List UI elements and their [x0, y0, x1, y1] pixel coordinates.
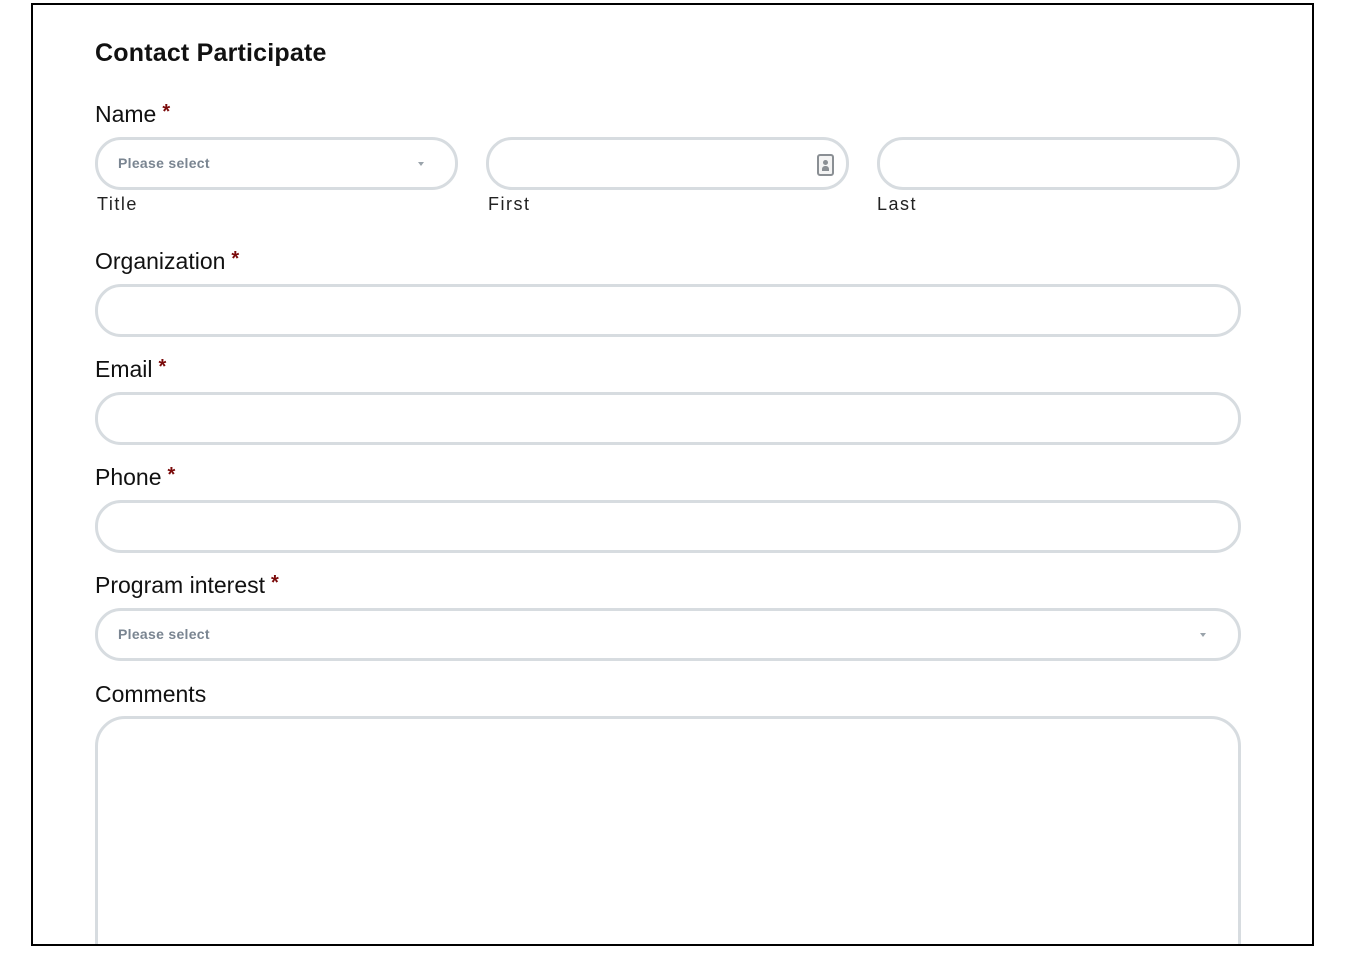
- organization-input[interactable]: [95, 284, 1241, 337]
- contact-card-icon[interactable]: [817, 154, 834, 176]
- title-sublabel: Title: [97, 194, 138, 214]
- comments-label: Comments: [95, 681, 207, 707]
- program-interest-label-text: Program interest: [95, 572, 266, 598]
- comments-textarea[interactable]: [95, 716, 1241, 944]
- chevron-down-icon: [1200, 633, 1206, 637]
- last-sublabel: Last: [877, 194, 918, 214]
- first-name-input[interactable]: [486, 137, 849, 190]
- form-title: Contact Participate: [95, 39, 327, 67]
- chevron-down-icon: [418, 162, 424, 166]
- name-label: Name *: [95, 101, 170, 128]
- name-label-text: Name: [95, 101, 157, 127]
- email-input[interactable]: [95, 392, 1241, 445]
- last-name-input[interactable]: [877, 137, 1240, 190]
- program-interest-select[interactable]: Please select: [95, 608, 1241, 661]
- email-label: Email *: [95, 356, 166, 383]
- required-marker: *: [158, 356, 167, 378]
- phone-label: Phone *: [95, 464, 175, 491]
- required-marker: *: [271, 572, 279, 594]
- required-marker: *: [231, 248, 240, 270]
- program-interest-label: Program interest *: [95, 572, 279, 599]
- first-sublabel: First: [488, 194, 531, 214]
- form-container: Contact Participate Name * Please select …: [31, 3, 1314, 946]
- organization-label-text: Organization: [95, 248, 226, 274]
- organization-label: Organization *: [95, 248, 239, 275]
- program-interest-placeholder: Please select: [118, 626, 210, 642]
- phone-label-text: Phone: [95, 464, 162, 490]
- title-select-placeholder: Please select: [118, 155, 210, 171]
- phone-input[interactable]: [95, 500, 1241, 553]
- required-marker: *: [167, 464, 176, 486]
- required-marker: *: [162, 101, 171, 123]
- email-label-text: Email: [95, 356, 153, 382]
- title-select[interactable]: Please select: [95, 137, 458, 190]
